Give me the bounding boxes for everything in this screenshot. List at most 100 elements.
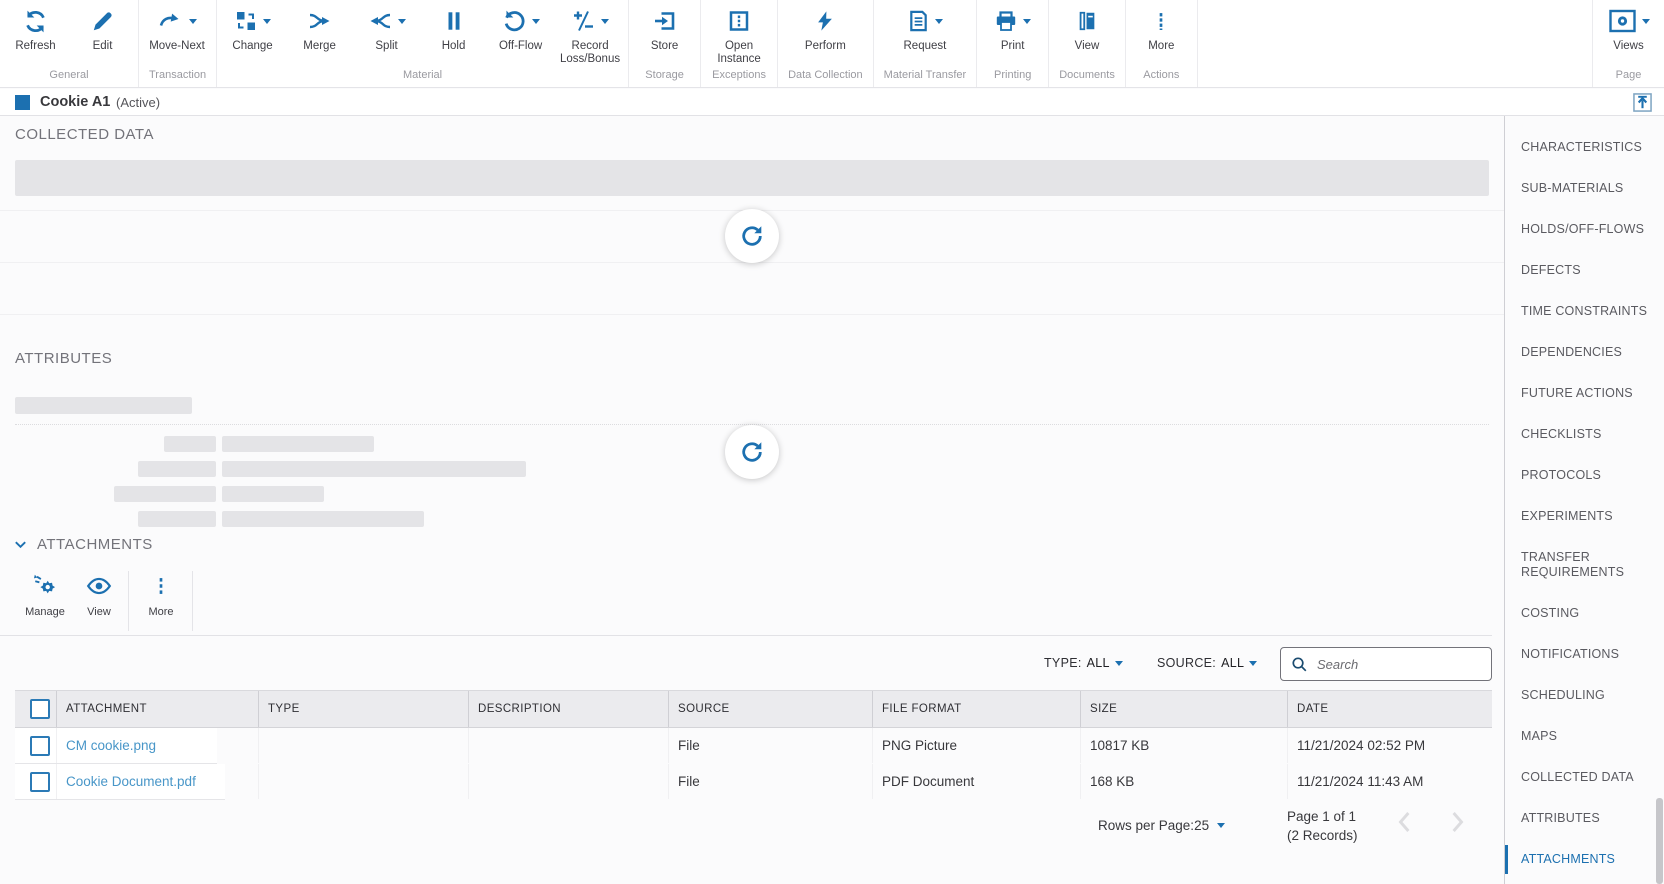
sidebar-item[interactable]: TRANSFER REQUIREMENTS <box>1505 550 1651 580</box>
attachment-link[interactable]: CM cookie.png <box>66 738 156 753</box>
request-icon <box>907 7 943 35</box>
print-icon <box>994 7 1031 35</box>
sidebar-item[interactable]: COLLECTED DATA <box>1505 770 1651 785</box>
print-button[interactable]: Print <box>979 7 1046 53</box>
views-icon <box>1608 7 1650 35</box>
manage-icon <box>32 572 58 600</box>
caret-down-icon <box>601 19 609 24</box>
skeleton-bar <box>15 160 1489 196</box>
more-attachments-button[interactable]: More <box>134 572 188 619</box>
ribbon-group-material-transfer: Request Material Transfer <box>874 0 978 87</box>
search-input[interactable] <box>1317 657 1467 672</box>
store-icon <box>653 7 677 35</box>
date-cell: 11/21/2024 11:43 AM <box>1287 764 1492 799</box>
search-box[interactable] <box>1280 647 1492 681</box>
more-button[interactable]: More <box>1128 7 1195 53</box>
store-button[interactable]: Store <box>631 7 698 53</box>
prev-page-icon[interactable] <box>1396 808 1414 836</box>
skeleton-bar <box>15 397 192 414</box>
caret-down-icon <box>263 19 271 24</box>
size-cell: 10817 KB <box>1080 728 1287 763</box>
attachment-link[interactable]: Cookie Document.pdf <box>66 774 196 789</box>
eye-icon <box>86 572 112 600</box>
type-filter-dropdown[interactable]: TYPE: ALL <box>1044 656 1123 670</box>
sidebar-item[interactable]: SCHEDULING <box>1505 688 1651 703</box>
caret-down-icon <box>1642 19 1650 24</box>
hold-button[interactable]: Hold <box>420 7 487 53</box>
type-cell <box>258 764 468 799</box>
toolbar-separator <box>192 571 193 631</box>
perform-button[interactable]: Perform <box>792 7 859 53</box>
sidebar-item[interactable]: PROTOCOLS <box>1505 468 1651 483</box>
sidebar-item[interactable]: NOTIFICATIONS <box>1505 647 1651 662</box>
attachments-section-title: ATTACHMENTS <box>37 536 153 553</box>
sidebar-item[interactable]: COSTING <box>1505 606 1651 621</box>
status-badge: (Active) <box>116 95 160 110</box>
caret-down-icon <box>1249 661 1257 666</box>
section-nav-sidebar: CHARACTERISTICS SUB-MATERIALS HOLDS/OFF-FL… <box>1504 116 1664 884</box>
sidebar-item[interactable]: EXPERIMENTS <box>1505 509 1651 524</box>
ribbon-group-transaction: Move-Next Transaction <box>139 0 217 87</box>
off-flow-button[interactable]: Off-Flow <box>487 7 554 53</box>
change-button[interactable]: Change <box>219 7 286 53</box>
sidebar-item[interactable]: SUB-MATERIALS <box>1505 181 1664 196</box>
column-header[interactable]: DESCRIPTION <box>468 691 668 727</box>
next-page-icon[interactable] <box>1448 808 1466 836</box>
sidebar-item[interactable]: ATTRIBUTES <box>1505 811 1651 826</box>
toolbar-separator <box>128 571 129 631</box>
source-cell: File <box>668 764 872 799</box>
expand-icon[interactable] <box>1633 93 1652 112</box>
column-header[interactable]: TYPE <box>258 691 468 727</box>
rows-per-page-dropdown[interactable]: Rows per Page: 25 <box>1098 818 1225 833</box>
view-button[interactable]: View <box>1054 7 1121 53</box>
size-cell: 168 KB <box>1080 764 1287 799</box>
ribbon-group-label: Material Transfer <box>876 69 975 87</box>
record-loss-bonus-button[interactable]: Record Loss/Bonus <box>554 7 626 66</box>
column-header[interactable]: SOURCE <box>668 691 872 727</box>
merge-button[interactable]: Merge <box>286 7 353 53</box>
vertical-scrollbar[interactable] <box>1656 798 1663 884</box>
column-header[interactable]: SIZE <box>1080 691 1287 727</box>
edit-button[interactable]: Edit <box>69 7 136 53</box>
caret-down-icon <box>398 19 406 24</box>
caret-down-icon <box>1217 823 1225 828</box>
main-content: COLLECTED DATA ATTRIBUTES ATTACHMENTS M <box>0 116 1504 884</box>
sidebar-item[interactable]: DEFECTS <box>1505 263 1664 278</box>
source-cell: File <box>668 728 872 763</box>
column-header[interactable]: DATE <box>1287 691 1492 727</box>
ribbon-group-label: Exceptions <box>703 69 775 87</box>
sidebar-item[interactable]: CHARACTERISTICS <box>1505 140 1664 155</box>
select-all-checkbox[interactable] <box>30 699 50 719</box>
ribbon-group-material: Change Merge Split Hold <box>217 0 629 87</box>
ribbon-group-label: Page <box>1595 69 1662 87</box>
caret-down-icon <box>1115 661 1123 666</box>
ribbon-group-page: Views Page <box>1592 0 1664 87</box>
request-button[interactable]: Request <box>891 7 958 53</box>
collected-data-section-title: COLLECTED DATA <box>15 126 154 143</box>
row-checkbox[interactable] <box>30 772 50 792</box>
refresh-icon <box>23 7 48 35</box>
description-cell <box>468 764 668 799</box>
sidebar-item[interactable]: TIME CONSTRAINTS <box>1505 304 1664 319</box>
hold-icon <box>443 7 465 35</box>
attachments-section-header[interactable]: ATTACHMENTS <box>13 536 153 553</box>
view-attachment-button[interactable]: View <box>72 572 126 619</box>
sidebar-item[interactable]: DEPENDENCIES <box>1505 345 1664 360</box>
source-filter-dropdown[interactable]: SOURCE: ALL <box>1157 656 1257 670</box>
open-instance-button[interactable]: Open Instance <box>703 7 775 66</box>
ribbon-group-exceptions: Open Instance Exceptions <box>701 0 778 87</box>
column-header[interactable]: ATTACHMENT <box>56 691 258 727</box>
sidebar-item[interactable]: MAPS <box>1505 729 1651 744</box>
sidebar-item[interactable]: FUTURE ACTIONS <box>1505 386 1664 401</box>
move-next-button[interactable]: Move-Next <box>141 7 213 53</box>
sidebar-item[interactable]: CHECKLISTS <box>1505 427 1651 442</box>
type-cell <box>258 728 468 763</box>
row-checkbox[interactable] <box>30 736 50 756</box>
manage-attachments-button[interactable]: Manage <box>18 572 72 619</box>
views-button[interactable]: Views <box>1595 7 1662 53</box>
split-button[interactable]: Split <box>353 7 420 53</box>
sidebar-item[interactable]: HOLDS/OFF-FLOWS <box>1505 222 1664 237</box>
refresh-button[interactable]: Refresh <box>2 7 69 53</box>
sidebar-item[interactable]: ATTACHMENTS <box>1505 852 1651 867</box>
column-header[interactable]: FILE FORMAT <box>872 691 1080 727</box>
